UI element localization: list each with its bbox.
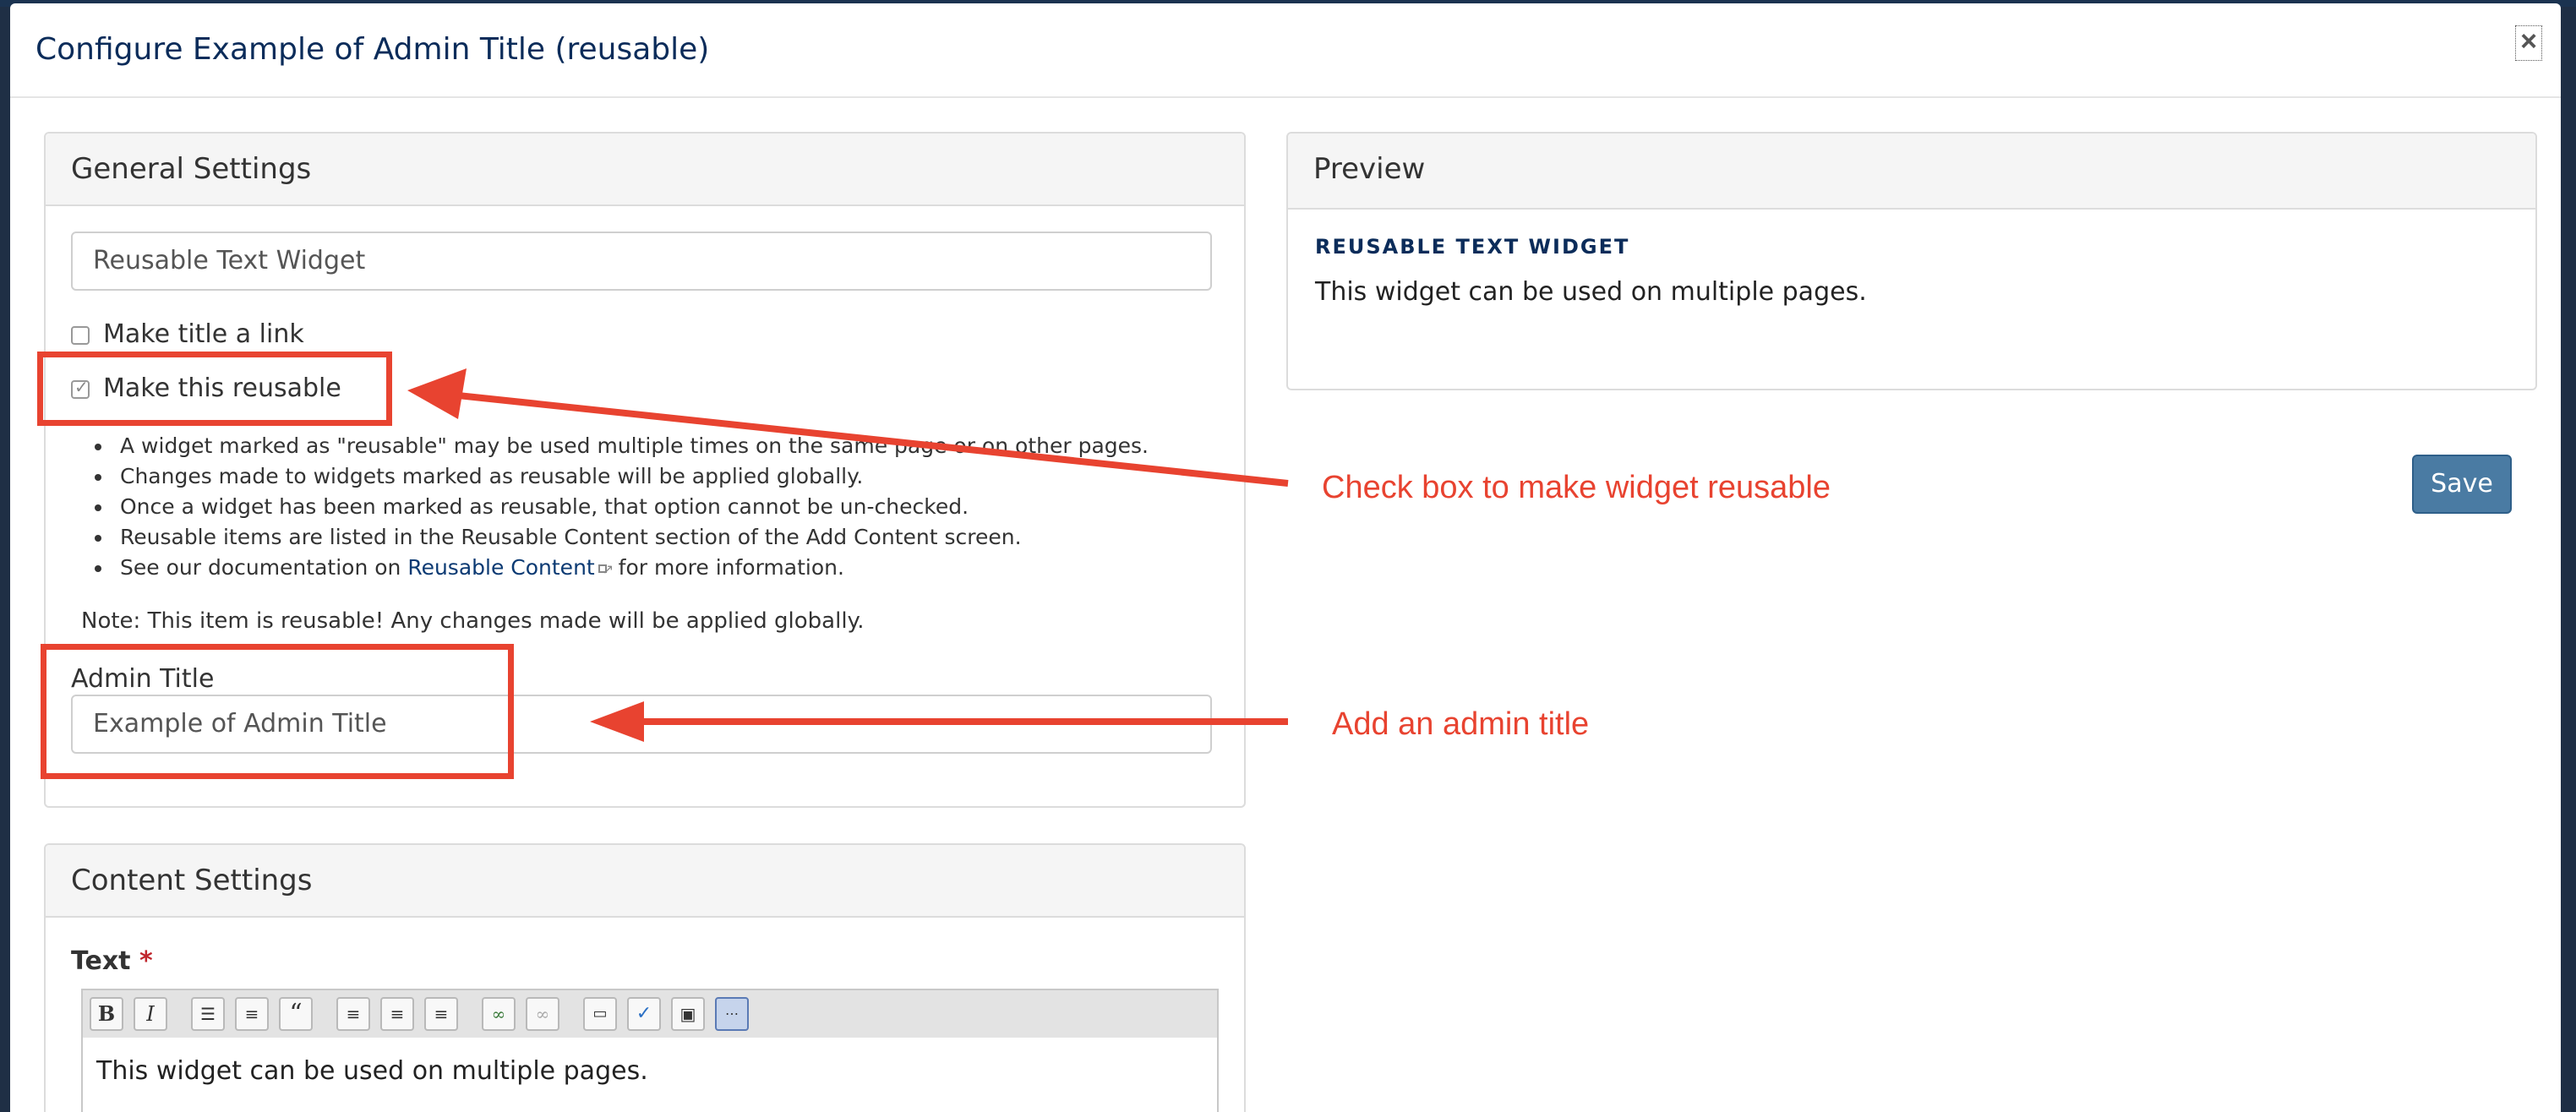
reusable-arrow-head bbox=[407, 368, 467, 419]
reusable-callout-text: Check box to make widget reusable bbox=[1322, 470, 1831, 505]
reusable-arrow-line bbox=[457, 392, 1289, 487]
admin-title-callout-text: Add an admin title bbox=[1332, 706, 1590, 742]
admin-title-arrow-head bbox=[590, 701, 644, 742]
annotation-arrows bbox=[407, 368, 1289, 742]
configure-widget-modal: Configure Example of Admin Title (reusab… bbox=[10, 3, 2561, 1112]
